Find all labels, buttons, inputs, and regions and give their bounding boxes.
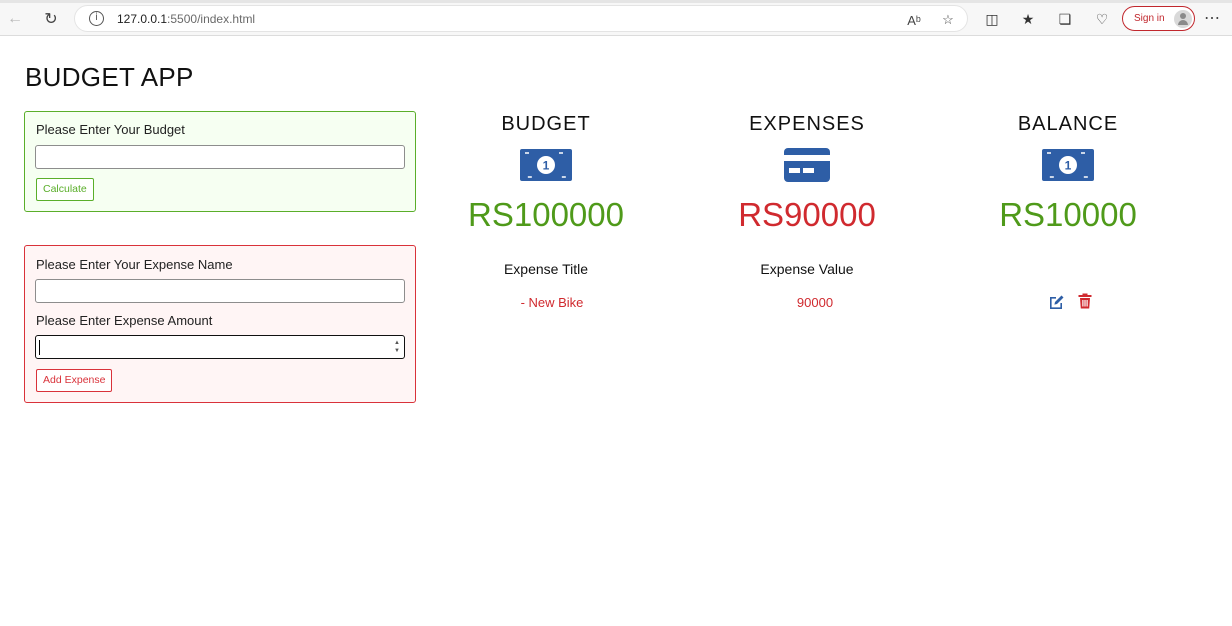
credit-card-icon (784, 148, 830, 182)
favorite-star-icon[interactable]: ☆ (939, 11, 957, 29)
money-bill-icon: 1 (1042, 149, 1094, 181)
budget-input[interactable] (35, 145, 405, 169)
budget-summary: BUDGET 1 RS100000 (446, 113, 646, 234)
site-info-icon[interactable]: i (89, 11, 104, 26)
expense-amount-input[interactable]: ▲ ▼ (35, 335, 405, 359)
text-caret (39, 340, 40, 355)
add-expense-button[interactable]: Add Expense (36, 369, 113, 392)
favorites-icon[interactable]: ★ (1018, 9, 1038, 29)
sign-in-button[interactable]: Sign in (1122, 6, 1195, 31)
browser-toolbar: ← ↻ i 127.0.0.1:5500/index.html Aᵇ ☆ ◫ ★… (0, 0, 1232, 36)
balance-title: BALANCE (1017, 113, 1119, 135)
expense-name-label: Please Enter Your Expense Name (36, 257, 233, 272)
reload-button[interactable]: ↻ (40, 8, 62, 30)
svg-text:1: 1 (1065, 159, 1072, 173)
tab-strip-edge (0, 0, 1232, 3)
money-bill-icon: 1 (520, 149, 572, 181)
svg-text:1: 1 (543, 159, 550, 173)
delete-trash-icon[interactable] (1077, 293, 1093, 309)
budget-amount: RS100000 (468, 196, 624, 233)
more-menu-icon[interactable]: ⋯ (1204, 8, 1221, 28)
calculate-button[interactable]: Calculate (36, 178, 94, 201)
expense-form: Please Enter Your Expense Name Please En… (24, 245, 416, 403)
balance-summary: BALANCE 1 RS10000 (968, 113, 1168, 234)
balance-amount: RS10000 (999, 196, 1137, 233)
budget-title: BUDGET (501, 113, 591, 135)
budget-label: Please Enter Your Budget (36, 122, 185, 137)
split-screen-icon[interactable]: ◫ (982, 9, 1002, 29)
expense-title-header: Expense Title (503, 261, 589, 277)
expenses-summary: EXPENSES RS90000 (707, 113, 907, 234)
expense-amount-label: Please Enter Expense Amount (36, 313, 213, 328)
browser-essentials-icon[interactable]: ♡ (1092, 9, 1112, 29)
edit-icon[interactable] (1048, 293, 1064, 309)
expenses-title: EXPENSES (749, 113, 865, 135)
url-text: 127.0.0.1:5500/index.html (117, 12, 256, 26)
address-bar[interactable]: i 127.0.0.1:5500/index.html Aᵇ ☆ (74, 5, 968, 32)
expense-item-value: 90000 (796, 295, 834, 310)
profile-avatar-icon (1174, 10, 1192, 28)
number-spinner[interactable]: ▲ ▼ (394, 339, 400, 355)
sign-in-label: Sign in (1134, 13, 1165, 24)
budget-form: Please Enter Your Budget Calculate (24, 111, 416, 212)
read-aloud-icon[interactable]: Aᵇ (905, 11, 923, 29)
expenses-amount: RS90000 (738, 196, 876, 233)
expense-item-title: - New Bike (520, 295, 584, 310)
collections-icon[interactable]: ❏ (1055, 9, 1075, 29)
expense-name-input[interactable] (35, 279, 405, 303)
page-title: BUDGET APP (25, 62, 194, 92)
back-button[interactable]: ← (4, 8, 26, 30)
expense-value-header: Expense Value (760, 261, 854, 277)
